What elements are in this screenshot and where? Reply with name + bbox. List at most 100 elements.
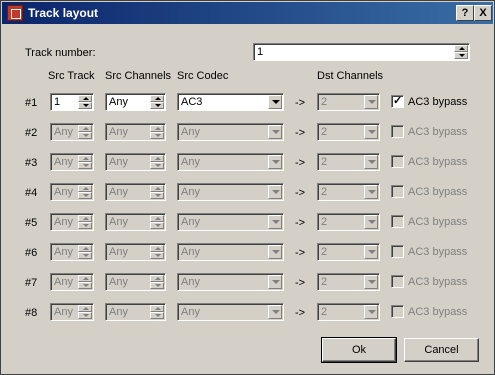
ac3-bypass-checkbox[interactable] (391, 125, 404, 138)
ac3-bypass-checkbox[interactable] (391, 185, 404, 198)
spin-arrows-icon[interactable] (150, 245, 164, 259)
src-codec-dropdown[interactable]: AC3 (177, 93, 284, 111)
dst-channels-value: 2 (321, 186, 328, 198)
spin-arrows-icon[interactable] (78, 275, 92, 289)
ac3-bypass-checkbox[interactable] (391, 275, 404, 288)
row-label: #6 (25, 247, 38, 259)
ac3-bypass-checkbox[interactable] (391, 245, 404, 258)
src-channels-spinbox[interactable]: Any (105, 153, 166, 171)
chevron-down-icon[interactable] (364, 155, 378, 169)
dst-channels-dropdown[interactable]: 2 (317, 123, 380, 141)
ac3-bypass-label: AC3 bypass (408, 216, 468, 228)
spin-arrows-icon[interactable] (454, 45, 468, 59)
ok-button[interactable]: Ok (321, 337, 397, 363)
dst-channels-value: 2 (321, 246, 328, 258)
help-button[interactable]: ? (456, 5, 474, 21)
dst-channels-dropdown[interactable]: 2 (317, 213, 380, 231)
src-codec-dropdown[interactable]: Any (177, 243, 284, 261)
dst-channels-dropdown[interactable]: 2 (317, 183, 380, 201)
chevron-down-icon[interactable] (268, 245, 282, 259)
chevron-down-icon[interactable] (364, 185, 378, 199)
chevron-down-icon[interactable] (364, 275, 378, 289)
ac3-bypass-checkbox[interactable] (391, 305, 404, 318)
src-track-value: Any (54, 156, 73, 168)
spin-arrows-icon[interactable] (150, 155, 164, 169)
dst-channels-value: 2 (321, 306, 328, 318)
arrow-label: -> (295, 187, 306, 199)
src-track-spinbox[interactable]: Any (50, 183, 94, 201)
spin-arrows-icon[interactable] (150, 215, 164, 229)
chevron-down-icon[interactable] (364, 305, 378, 319)
spin-arrows-icon[interactable] (78, 95, 92, 109)
arrow-label: -> (295, 277, 306, 289)
spin-arrows-icon[interactable] (78, 305, 92, 319)
src-codec-value: Any (181, 156, 200, 168)
spin-arrows-icon[interactable] (78, 215, 92, 229)
spin-arrows-icon[interactable] (78, 185, 92, 199)
src-codec-dropdown[interactable]: Any (177, 273, 284, 291)
ac3-bypass-checkbox[interactable]: ✓ (391, 95, 404, 108)
src-channels-spinbox[interactable]: Any (105, 213, 166, 231)
src-channels-spinbox[interactable]: Any (105, 93, 166, 111)
chevron-down-icon[interactable] (364, 95, 378, 109)
arrow-label: -> (295, 97, 306, 109)
src-track-spinbox[interactable]: Any (50, 273, 94, 291)
src-track-spinbox[interactable]: Any (50, 303, 94, 321)
close-button[interactable]: X (474, 5, 492, 21)
src-track-value: 1 (54, 96, 61, 108)
track-number-spinbox[interactable]: 1 (253, 43, 470, 61)
src-channels-spinbox[interactable]: Any (105, 183, 166, 201)
spin-arrows-icon[interactable] (78, 155, 92, 169)
chevron-down-icon[interactable] (268, 185, 282, 199)
src-channels-header: Src Channels (105, 70, 172, 82)
chevron-down-icon[interactable] (364, 245, 378, 259)
src-channels-spinbox[interactable]: Any (105, 273, 166, 291)
row-label: #7 (25, 277, 38, 289)
spin-arrows-icon[interactable] (150, 125, 164, 139)
dst-channels-dropdown[interactable]: 2 (317, 93, 380, 111)
dst-channels-dropdown[interactable]: 2 (317, 303, 380, 321)
spin-arrows-icon[interactable] (150, 305, 164, 319)
spin-arrows-icon[interactable] (78, 125, 92, 139)
chevron-down-icon[interactable] (268, 305, 282, 319)
chevron-down-icon[interactable] (268, 215, 282, 229)
src-track-spinbox[interactable]: Any (50, 213, 94, 231)
chevron-down-icon[interactable] (364, 215, 378, 229)
ac3-bypass-checkbox[interactable] (391, 155, 404, 168)
src-codec-dropdown[interactable]: Any (177, 123, 284, 141)
src-channels-spinbox[interactable]: Any (105, 303, 166, 321)
spin-arrows-icon[interactable] (150, 185, 164, 199)
src-codec-dropdown[interactable]: Any (177, 303, 284, 321)
dst-channels-dropdown[interactable]: 2 (317, 243, 380, 261)
chevron-down-icon[interactable] (364, 125, 378, 139)
dst-channels-dropdown[interactable]: 2 (317, 153, 380, 171)
spin-arrows-icon[interactable] (150, 275, 164, 289)
row-label: #4 (25, 187, 38, 199)
spin-arrows-icon[interactable] (150, 95, 164, 109)
src-codec-dropdown[interactable]: Any (177, 213, 284, 231)
chevron-down-icon[interactable] (268, 125, 282, 139)
src-track-spinbox[interactable]: 1 (50, 93, 94, 111)
src-channels-spinbox[interactable]: Any (105, 243, 166, 261)
arrow-label: -> (295, 247, 306, 259)
chevron-down-icon[interactable] (268, 95, 282, 109)
chevron-down-icon[interactable] (268, 275, 282, 289)
dst-channels-value: 2 (321, 126, 328, 138)
src-codec-dropdown[interactable]: Any (177, 153, 284, 171)
src-track-spinbox[interactable]: Any (50, 153, 94, 171)
src-track-spinbox[interactable]: Any (50, 243, 94, 261)
cancel-button[interactable]: Cancel (404, 338, 479, 362)
ac3-bypass-checkbox[interactable] (391, 215, 404, 228)
src-track-header: Src Track (48, 70, 95, 82)
src-track-spinbox[interactable]: Any (50, 123, 94, 141)
spin-arrows-icon[interactable] (78, 245, 92, 259)
dst-channels-dropdown[interactable]: 2 (317, 273, 380, 291)
dst-channels-value: 2 (321, 216, 328, 228)
src-track-value: Any (54, 276, 73, 288)
ac3-bypass-label: AC3 bypass (408, 306, 468, 318)
chevron-down-icon[interactable] (268, 155, 282, 169)
src-channels-value: Any (109, 246, 128, 258)
dst-channels-value: 2 (321, 156, 328, 168)
src-codec-dropdown[interactable]: Any (177, 183, 284, 201)
src-channels-spinbox[interactable]: Any (105, 123, 166, 141)
